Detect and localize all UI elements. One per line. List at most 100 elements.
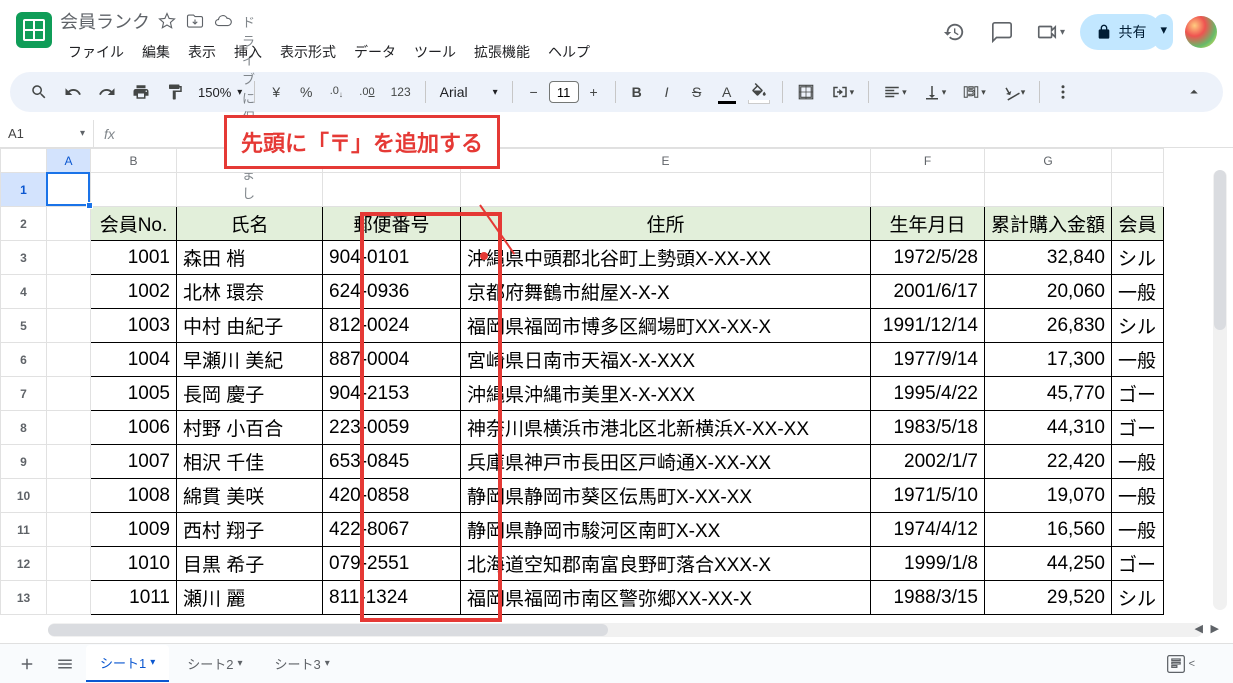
h-align-button[interactable]: ▾ — [877, 78, 913, 106]
cell[interactable]: 1004 — [91, 343, 177, 377]
collapse-toolbar-icon[interactable] — [1179, 78, 1209, 106]
cell[interactable] — [461, 173, 871, 207]
user-avatar[interactable] — [1185, 16, 1217, 48]
col-header-G[interactable]: G — [985, 149, 1112, 173]
cell[interactable]: 目黒 希子 — [177, 547, 323, 581]
row-header[interactable]: 1 — [1, 173, 47, 207]
cell[interactable]: ゴー — [1112, 377, 1164, 411]
cell[interactable]: 1007 — [91, 445, 177, 479]
cell[interactable]: 2001/6/17 — [871, 275, 985, 309]
row-header[interactable]: 7 — [1, 377, 47, 411]
cell[interactable]: 904-0101 — [323, 241, 461, 275]
row-header[interactable]: 3 — [1, 241, 47, 275]
cell[interactable]: ゴー — [1112, 547, 1164, 581]
cell[interactable] — [47, 309, 91, 343]
increase-decimal-button[interactable]: .00 — [353, 78, 380, 106]
table-header-cell[interactable]: 住所 — [461, 207, 871, 241]
cell[interactable]: 1011 — [91, 581, 177, 615]
undo-icon[interactable] — [58, 78, 88, 106]
menu-data[interactable]: データ — [346, 38, 404, 66]
cell[interactable]: 420-0858 — [323, 479, 461, 513]
menu-tools[interactable]: ツール — [406, 38, 464, 66]
document-title[interactable]: 会員ランク — [60, 8, 150, 34]
cell[interactable]: 32,840 — [985, 241, 1112, 275]
search-menus-icon[interactable] — [24, 78, 54, 106]
cell[interactable]: 宮崎県日南市天福X-X-XXX — [461, 343, 871, 377]
cell[interactable]: 村野 小百合 — [177, 411, 323, 445]
row-header[interactable]: 11 — [1, 513, 47, 547]
cell[interactable]: 45,770 — [985, 377, 1112, 411]
font-select[interactable]: Arial▾ — [434, 84, 504, 100]
cell[interactable]: 624-0936 — [323, 275, 461, 309]
cell[interactable]: 223-0059 — [323, 411, 461, 445]
cell[interactable] — [47, 377, 91, 411]
explore-button[interactable]: < — [1158, 648, 1203, 680]
add-sheet-button[interactable] — [10, 649, 44, 679]
cell[interactable]: 812-0024 — [323, 309, 461, 343]
comment-icon[interactable] — [984, 14, 1020, 50]
cell[interactable]: 1988/3/15 — [871, 581, 985, 615]
cell[interactable]: ゴー — [1112, 411, 1164, 445]
menu-help[interactable]: ヘルプ — [540, 38, 598, 66]
cell[interactable]: 1972/5/28 — [871, 241, 985, 275]
fill-handle[interactable] — [86, 202, 93, 209]
cell[interactable]: 887-0004 — [323, 343, 461, 377]
paint-format-icon[interactable] — [160, 78, 190, 106]
menu-edit[interactable]: 編集 — [134, 38, 178, 66]
redo-icon[interactable] — [92, 78, 122, 106]
menu-insert[interactable]: 挿入 — [226, 38, 270, 66]
borders-button[interactable] — [791, 78, 821, 106]
col-header-H[interactable] — [1112, 149, 1164, 173]
cell[interactable]: 1005 — [91, 377, 177, 411]
cell[interactable]: 瀬川 麗 — [177, 581, 323, 615]
menu-file[interactable]: ファイル — [60, 38, 132, 66]
select-all-corner[interactable] — [1, 149, 47, 173]
cell[interactable]: 早瀬川 美紀 — [177, 343, 323, 377]
increase-font-button[interactable]: + — [581, 78, 607, 106]
italic-button[interactable]: I — [654, 78, 680, 106]
sheet-tab-1[interactable]: シート1▾ — [86, 645, 169, 682]
cell[interactable]: 静岡県静岡市葵区伝馬町X-XX-XX — [461, 479, 871, 513]
text-color-button[interactable]: A — [714, 78, 740, 106]
menu-view[interactable]: 表示 — [180, 38, 224, 66]
print-icon[interactable] — [126, 78, 156, 106]
cell[interactable]: 079-2551 — [323, 547, 461, 581]
cell[interactable]: シル — [1112, 581, 1164, 615]
scroll-right-icon[interactable]: ▶ — [1211, 622, 1219, 635]
cell[interactable]: 19,070 — [985, 479, 1112, 513]
all-sheets-button[interactable] — [48, 649, 82, 679]
cell[interactable]: 1995/4/22 — [871, 377, 985, 411]
zoom-select[interactable]: 150%▾ — [194, 85, 246, 100]
table-header-cell[interactable]: 会員 — [1112, 207, 1164, 241]
menu-format[interactable]: 表示形式 — [272, 38, 344, 66]
spreadsheet-grid[interactable]: A B C D E F G 12会員No.氏名郵便番号住所生年月日累計購入金額会… — [0, 148, 1233, 615]
cell[interactable] — [47, 547, 91, 581]
cell[interactable]: 京都府舞鶴市紺屋X-X-X — [461, 275, 871, 309]
cell[interactable]: 福岡県福岡市博多区綱場町XX-XX-X — [461, 309, 871, 343]
cell[interactable]: 一般 — [1112, 275, 1164, 309]
cell[interactable]: 1008 — [91, 479, 177, 513]
cell[interactable] — [985, 173, 1112, 207]
cell[interactable]: 1001 — [91, 241, 177, 275]
cell[interactable] — [47, 445, 91, 479]
cell[interactable]: 1977/9/14 — [871, 343, 985, 377]
cell[interactable] — [47, 581, 91, 615]
wrap-button[interactable]: ▾ — [956, 78, 992, 106]
table-header-cell[interactable]: 累計購入金額 — [985, 207, 1112, 241]
row-header[interactable]: 13 — [1, 581, 47, 615]
cell[interactable]: 中村 由紀子 — [177, 309, 323, 343]
number-format-button[interactable]: 123 — [385, 78, 417, 106]
row-header[interactable]: 9 — [1, 445, 47, 479]
cell[interactable] — [47, 173, 91, 207]
col-header-A[interactable]: A — [47, 149, 91, 173]
bold-button[interactable]: B — [624, 78, 650, 106]
v-align-button[interactable]: ▾ — [917, 78, 953, 106]
cell[interactable]: 福岡県福岡市南区警弥郷XX-XX-X — [461, 581, 871, 615]
row-header[interactable]: 12 — [1, 547, 47, 581]
col-header-E[interactable]: E — [461, 149, 871, 173]
cell[interactable]: 22,420 — [985, 445, 1112, 479]
cell[interactable]: 1974/4/12 — [871, 513, 985, 547]
share-dropdown[interactable]: ▾ — [1154, 14, 1173, 50]
row-header[interactable]: 4 — [1, 275, 47, 309]
cell[interactable]: 静岡県静岡市駿河区南町X-XX — [461, 513, 871, 547]
